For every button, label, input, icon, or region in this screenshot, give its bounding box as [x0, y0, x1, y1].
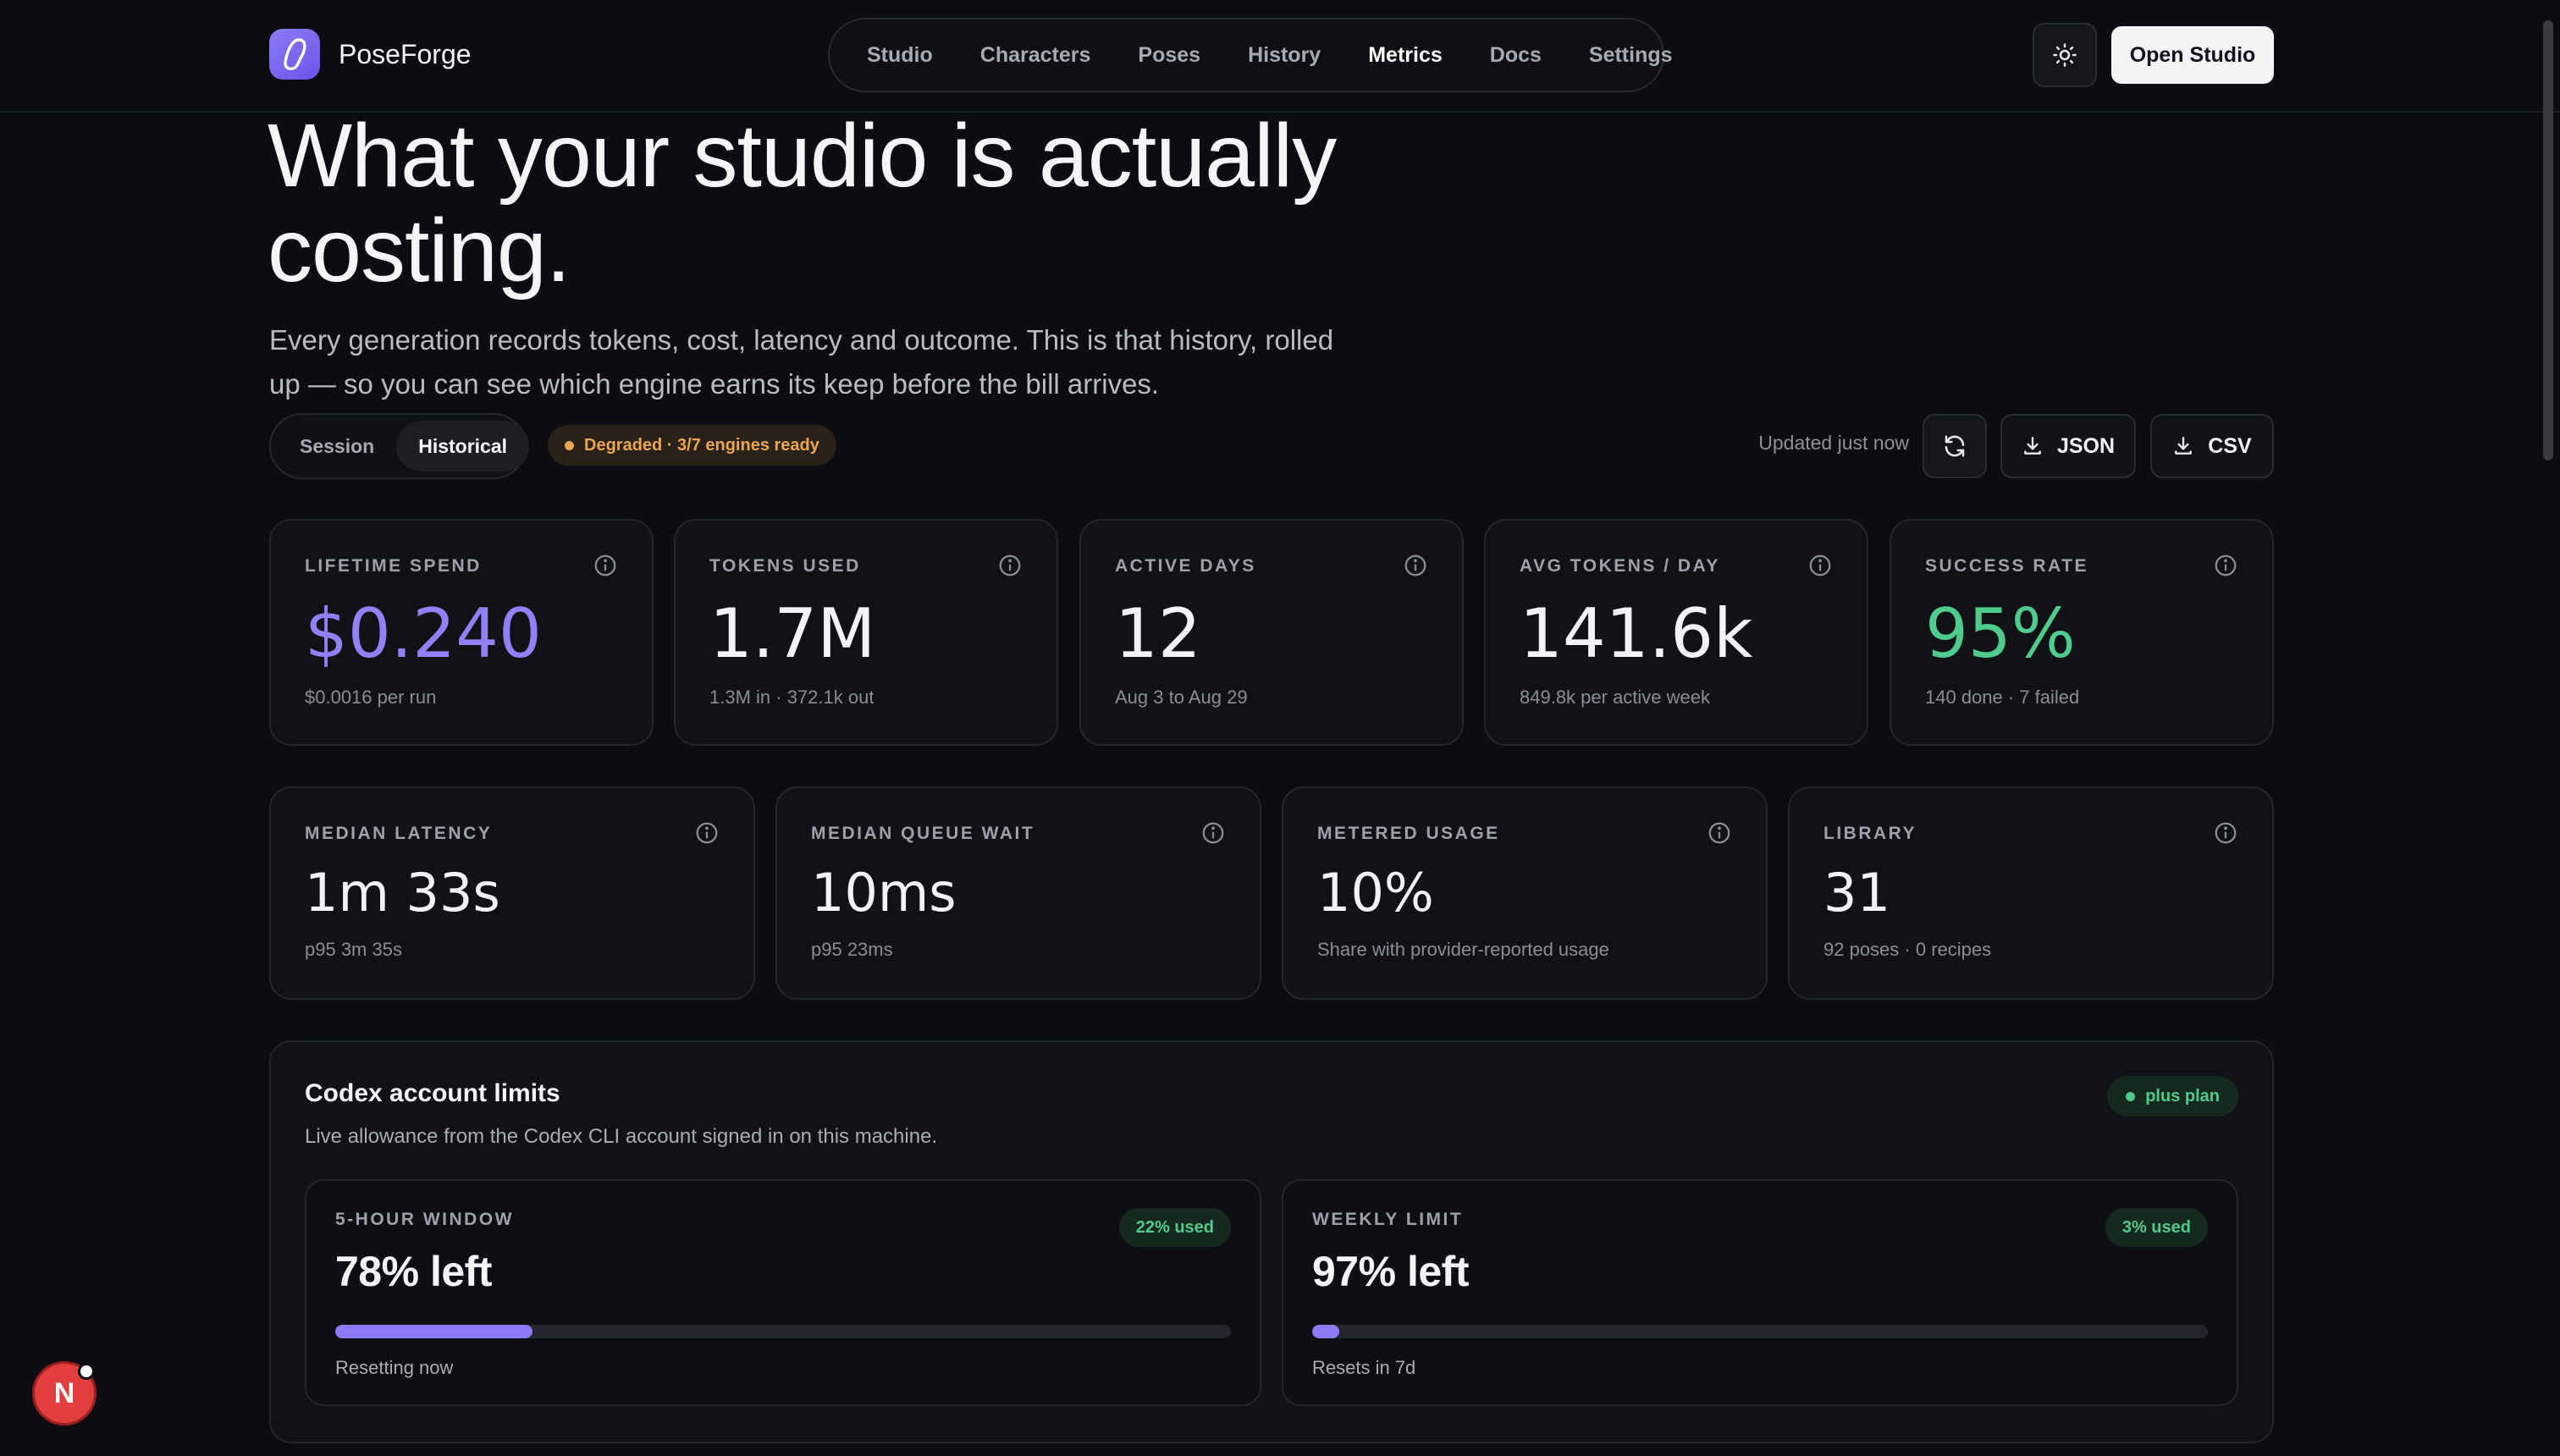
stat-card-library: LIBRARY 31 92 poses · 0 recipes	[1788, 786, 2274, 1000]
info-icon[interactable]	[2213, 553, 2238, 578]
stat-value: 10%	[1317, 862, 1434, 924]
stat-label: TOKENS USED	[709, 556, 861, 576]
main-nav: Studio Characters Poses History Metrics …	[828, 18, 1673, 92]
limit-label: 5-HOUR WINDOW	[335, 1210, 514, 1229]
status-dot	[565, 440, 574, 450]
codex-limits-panel: Codex account limits Live allowance from…	[269, 1040, 2274, 1443]
limit-progress-track	[1312, 1325, 2208, 1338]
info-icon[interactable]	[1200, 820, 1226, 846]
brand-name: PoseForge	[339, 38, 472, 69]
download-icon	[2175, 437, 2193, 455]
stat-card-active-days: ACTIVE DAYS 12 Aug 3 to Aug 29	[1079, 519, 1464, 746]
updated-timestamp: Updated just now	[1758, 432, 1909, 454]
info-icon[interactable]	[593, 553, 618, 578]
info-icon[interactable]	[694, 820, 720, 846]
page-title: What your studio is actually costing.	[268, 106, 1337, 301]
info-icon[interactable]	[1807, 553, 1833, 578]
stat-value: 95%	[1925, 594, 2076, 673]
engine-status-text: Degraded · 3/7 engines ready	[584, 435, 819, 455]
limit-progress-fill	[1312, 1325, 1339, 1338]
stat-value: 10ms	[811, 862, 957, 924]
panel-title: Codex account limits	[305, 1079, 560, 1107]
stat-label: MEDIAN QUEUE WAIT	[811, 824, 1035, 843]
stat-card-success-rate: SUCCESS RATE 95% 140 done · 7 failed	[1890, 519, 2274, 746]
stat-sub: 1.3M in · 372.1k out	[709, 687, 874, 708]
limit-reset-text: Resetting now	[335, 1357, 454, 1378]
stat-value: 31	[1823, 862, 1890, 924]
logo-icon	[269, 29, 320, 80]
stat-sub: Aug 3 to Aug 29	[1115, 687, 1248, 708]
stat-label: SUCCESS RATE	[1925, 556, 2088, 576]
sun-icon	[2053, 43, 2077, 67]
page-subtitle: Every generation records tokens, cost, l…	[269, 324, 1334, 400]
top-header: PoseForge Studio Characters Poses Histor…	[0, 0, 2560, 113]
stat-label: LIBRARY	[1823, 824, 1917, 843]
open-studio-button[interactable]: Open Studio	[2111, 26, 2274, 84]
limit-remaining: 78% left	[335, 1248, 492, 1295]
export-csv-label: CSV	[2208, 433, 2252, 458]
stat-label: LIFETIME SPEND	[305, 556, 482, 576]
panel-subtitle: Live allowance from the Codex CLI accoun…	[305, 1125, 938, 1148]
stat-card-metered-usage: METERED USAGE 10% Share with provider-re…	[1282, 786, 1768, 1000]
refresh-icon	[1945, 435, 1965, 457]
segment-historical[interactable]: Historical	[396, 421, 530, 472]
export-csv-button[interactable]: CSV	[2150, 414, 2274, 478]
plan-badge: plus plan	[2107, 1076, 2238, 1117]
stat-sub: 849.8k per active week	[1520, 687, 1711, 708]
stat-label: ACTIVE DAYS	[1115, 556, 1256, 576]
stat-sub: p95 23ms	[811, 939, 893, 960]
segment-session[interactable]: Session	[278, 421, 396, 472]
nav-settings[interactable]: Settings	[1565, 29, 1697, 81]
export-json-button[interactable]: JSON	[2000, 414, 2136, 478]
info-icon[interactable]	[1707, 820, 1732, 846]
stat-sub: p95 3m 35s	[305, 939, 402, 960]
stat-label: MEDIAN LATENCY	[305, 824, 493, 843]
limit-label: WEEKLY LIMIT	[1312, 1210, 1464, 1229]
stat-card-avg-tokens-day: AVG TOKENS / DAY 141.6k 849.8k per activ…	[1484, 519, 1868, 746]
stat-sub: Share with provider-reported usage	[1317, 939, 1609, 960]
download-icon	[2024, 437, 2041, 455]
stat-card-median-queue-wait: MEDIAN QUEUE WAIT 10ms p95 23ms	[775, 786, 1261, 1000]
stat-value: 12	[1115, 594, 1201, 673]
stat-label: METERED USAGE	[1317, 824, 1500, 843]
nav-poses[interactable]: Poses	[1114, 29, 1224, 81]
stat-value: 141.6k	[1520, 594, 1753, 673]
limit-progress-fill	[335, 1325, 532, 1338]
refresh-button[interactable]	[1923, 414, 1987, 478]
limit-reset-text: Resets in 7d	[1312, 1357, 1416, 1378]
limit-used-badge: 3% used	[2105, 1208, 2208, 1247]
nav-studio[interactable]: Studio	[843, 29, 957, 81]
stat-value: 1.7M	[709, 594, 876, 673]
plan-label: plus plan	[2145, 1086, 2220, 1106]
stat-label: AVG TOKENS / DAY	[1520, 556, 1720, 576]
info-icon[interactable]	[1403, 553, 1428, 578]
export-json-label: JSON	[2056, 433, 2116, 458]
stat-sub: 140 done · 7 failed	[1925, 687, 2080, 708]
nav-docs[interactable]: Docs	[1466, 29, 1565, 81]
info-icon[interactable]	[2213, 820, 2238, 846]
info-icon[interactable]	[997, 553, 1023, 578]
nav-metrics[interactable]: Metrics	[1344, 29, 1466, 81]
stat-sub: 92 poses · 0 recipes	[1823, 939, 1992, 960]
nav-characters[interactable]: Characters	[957, 29, 1115, 81]
plan-dot	[2126, 1091, 2136, 1101]
page-scrollbar[interactable]	[2543, 20, 2553, 461]
stat-card-median-latency: MEDIAN LATENCY 1m 33s p95 3m 35s	[269, 786, 755, 1000]
limit-card-weekly: WEEKLY LIMIT 97% left 3% used Resets in …	[1282, 1179, 2238, 1406]
stat-value: 1m 33s	[305, 862, 500, 924]
stat-sub: $0.0016 per run	[305, 687, 437, 708]
brand[interactable]: PoseForge	[269, 29, 472, 80]
stat-card-lifetime-spend: LIFETIME SPEND $0.240 $0.0016 per run	[269, 519, 654, 746]
theme-toggle-button[interactable]	[2033, 23, 2097, 87]
limit-remaining: 97% left	[1312, 1248, 1469, 1295]
limit-used-badge: 22% used	[1118, 1208, 1231, 1247]
limit-card-5-hour: 5-HOUR WINDOW 78% left 22% used Resettin…	[305, 1179, 1261, 1406]
stat-value: $0.240	[305, 594, 542, 673]
stat-card-tokens-used: TOKENS USED 1.7M 1.3M in · 372.1k out	[674, 519, 1058, 746]
limit-progress-track	[335, 1325, 1231, 1338]
range-segmented-control: Session Historical	[269, 413, 530, 479]
notification-dot	[78, 1363, 95, 1380]
nav-history[interactable]: History	[1224, 29, 1344, 81]
engine-status-badge: Degraded · 3/7 engines ready	[548, 425, 836, 466]
